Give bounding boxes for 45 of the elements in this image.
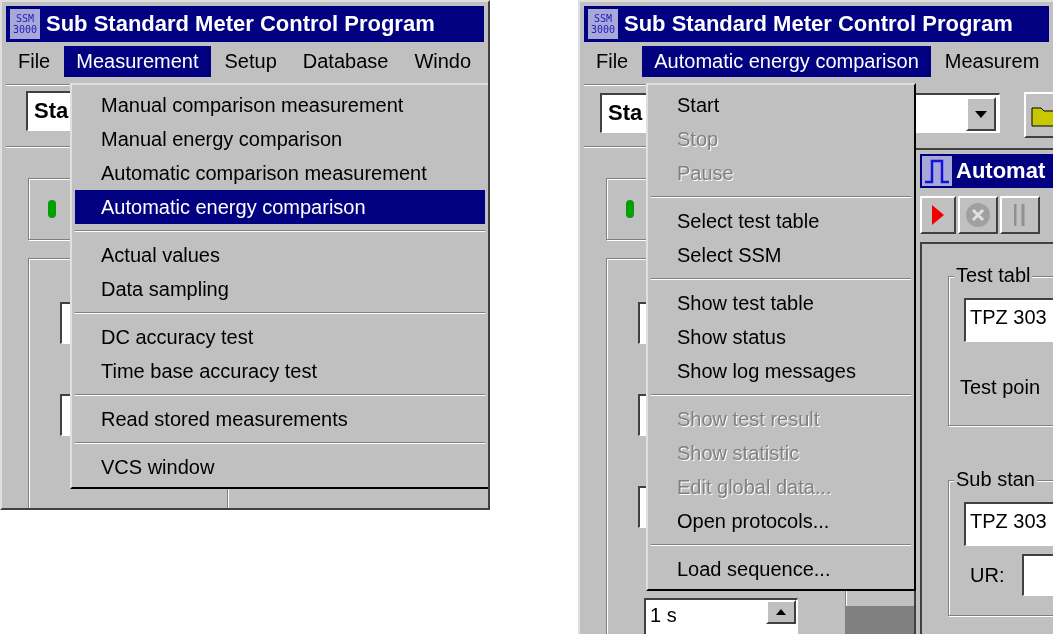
text-field[interactable]: TPZ 303 bbox=[964, 298, 1053, 342]
menu-item[interactable]: Select test table bbox=[651, 204, 911, 238]
menu-item[interactable]: Automatic comparison measurement bbox=[75, 156, 485, 190]
spin-up-button[interactable] bbox=[766, 600, 796, 624]
menu-item[interactable]: Open protocols... bbox=[651, 504, 911, 538]
play-button[interactable] bbox=[920, 196, 956, 234]
menu-bar-item[interactable]: Automatic energy comparison bbox=[642, 45, 931, 77]
menu-item[interactable]: Load sequence... bbox=[651, 552, 911, 586]
text-field[interactable]: TPZ 303 bbox=[964, 502, 1053, 546]
menu-bar-item[interactable]: File bbox=[584, 45, 641, 77]
menu-item[interactable]: Time base accuracy test bbox=[75, 354, 485, 388]
menu-bar-item[interactable]: Measurem bbox=[932, 45, 1052, 77]
menu-item[interactable]: Read stored measurements bbox=[75, 402, 485, 436]
menu-bar-item[interactable]: Measurement bbox=[64, 45, 211, 77]
menu-bar-item[interactable]: Database bbox=[290, 45, 401, 77]
caret-icon bbox=[975, 110, 987, 118]
menu-bar-item[interactable]: File bbox=[6, 45, 63, 77]
play-icon bbox=[932, 205, 944, 225]
menu-bar-item[interactable]: Windo bbox=[402, 45, 484, 77]
panel-background bbox=[846, 606, 914, 634]
menu-item[interactable]: Start bbox=[651, 88, 911, 122]
menu-item[interactable]: Show status bbox=[651, 320, 911, 354]
pause-icon bbox=[1014, 204, 1026, 226]
menu-bar-item[interactable]: Setup bbox=[212, 45, 289, 77]
app-icon: SSM 3000 bbox=[588, 9, 618, 39]
status-led bbox=[48, 200, 56, 218]
menu-item[interactable]: Actual values bbox=[75, 238, 485, 272]
menu-item[interactable]: Data sampling bbox=[75, 272, 485, 306]
menu-item[interactable]: Show test table bbox=[651, 286, 911, 320]
menu-item[interactable]: Automatic energy comparison bbox=[75, 190, 485, 224]
app-icon: SSM 3000 bbox=[10, 9, 40, 39]
menu-item[interactable]: Select SSM bbox=[651, 238, 911, 272]
menu-item[interactable]: DC accuracy test bbox=[75, 320, 485, 354]
dropdown-button[interactable] bbox=[966, 97, 996, 131]
stop-button[interactable] bbox=[958, 196, 998, 234]
window-title: Sub Standard Meter Control Program bbox=[46, 11, 435, 37]
cancel-icon bbox=[965, 202, 991, 228]
menu-item[interactable]: Show log messages bbox=[651, 354, 911, 388]
window-title: Sub Standard Meter Control Program bbox=[624, 11, 1013, 37]
status-led bbox=[626, 200, 634, 218]
menu-item[interactable]: VCS window bbox=[75, 450, 485, 484]
pause-button[interactable] bbox=[1000, 196, 1040, 234]
child-window-title: Automat bbox=[956, 158, 1046, 184]
caret-icon bbox=[776, 609, 786, 615]
pulse-icon bbox=[922, 156, 952, 186]
